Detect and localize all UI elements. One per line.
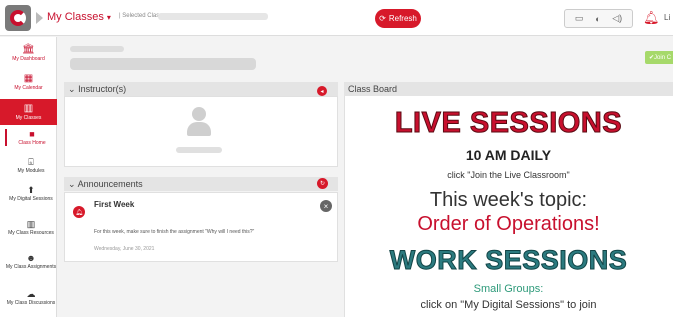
avatar-head-icon bbox=[192, 107, 206, 121]
announcements-panel-header[interactable]: ⌄ Announcements bbox=[64, 177, 338, 191]
dashboard-icon: 🏛 bbox=[22, 44, 35, 55]
avatar-body-icon bbox=[187, 122, 211, 136]
sidebar-item-label: Class Home bbox=[18, 140, 46, 146]
weekly-topic-value: Order of Operations! bbox=[417, 213, 600, 235]
refresh-icon: ⟳ bbox=[379, 14, 386, 23]
join-live-instruction: click "Join the Live Classroom" bbox=[447, 170, 570, 180]
sidebar-item-calendar[interactable]: ▦ My Calendar bbox=[0, 73, 57, 91]
instructor-avatar bbox=[187, 107, 211, 137]
top-bar: My Classes ▾ | Selected Class: ⟳ Refresh… bbox=[0, 0, 673, 36]
sidebar-item-dashboard[interactable]: 🏛 My Dashboard bbox=[0, 44, 57, 62]
chevron-down-icon: ⌄ bbox=[68, 179, 76, 189]
sidebar-item-my-modules[interactable]: ⌺ My Modules bbox=[5, 157, 57, 174]
refresh-icon: ↻ bbox=[319, 181, 326, 187]
sidebar-item-class-discussions[interactable]: ☁ My Class Discussions bbox=[5, 289, 57, 306]
my-classes-label: My Classes bbox=[47, 11, 104, 23]
digital-sessions-instruction: click on "My Digital Sessions" to join bbox=[420, 299, 597, 311]
sidebar-item-label: My Class Discussions bbox=[6, 300, 56, 306]
announcements-title: Announcements bbox=[77, 179, 143, 189]
sidebar-item-label: My Digital Sessions bbox=[9, 196, 53, 202]
announcement-title[interactable]: First Week bbox=[94, 200, 134, 209]
sidebar-item-digital-sessions[interactable]: ⬆ My Digital Sessions bbox=[5, 185, 57, 202]
instructor-collapse-button[interactable]: ◂ bbox=[317, 86, 327, 96]
accessibility-toolbar: ▭ ◐ ◁) bbox=[564, 9, 633, 28]
modules-icon: ⌺ bbox=[28, 157, 34, 167]
instructor-name-redacted bbox=[176, 147, 222, 153]
contrast-icon[interactable]: ◐ bbox=[595, 14, 600, 24]
sidebar-item-class-home[interactable]: ■ Class Home bbox=[5, 129, 57, 146]
announcement-close-button[interactable]: × bbox=[320, 200, 332, 212]
notification-bell-icon[interactable]: 🔔︎ bbox=[643, 10, 660, 26]
announcement-bell-icon: 🔔︎ bbox=[73, 206, 85, 218]
user-menu[interactable]: Li bbox=[664, 13, 670, 22]
sidebar-item-label: My Calendar bbox=[14, 85, 43, 91]
announcements-refresh-button[interactable]: ↻ bbox=[317, 178, 328, 189]
calendar-icon: ▦ bbox=[23, 73, 34, 84]
join-classroom-button[interactable]: ✔Join C bbox=[645, 51, 673, 64]
announcement-text: For this week, make sure to finish the a… bbox=[94, 229, 255, 235]
sidebar-item-label: My Modules bbox=[17, 168, 45, 174]
chevron-down-icon: ⌄ bbox=[68, 84, 76, 94]
close-icon: × bbox=[323, 201, 329, 211]
sidebar-item-label: My Class Resources bbox=[8, 230, 54, 236]
assignments-icon: ☻ bbox=[26, 253, 36, 263]
instructors-title: Instructor(s) bbox=[78, 84, 127, 94]
audio-icon[interactable]: ◁) bbox=[612, 13, 622, 24]
sidebar-item-class-assignments[interactable]: ☻ My Class Assignments bbox=[5, 253, 57, 270]
sidebar-item-my-classes[interactable]: ▥ My Classes bbox=[0, 99, 57, 125]
breadcrumb-arrow-icon bbox=[36, 12, 43, 24]
small-groups-label: Small Groups: bbox=[473, 283, 544, 295]
class-title-redacted bbox=[70, 58, 256, 70]
resources-icon: ▥ bbox=[26, 219, 36, 229]
sidebar: 🏛 My Dashboard ▦ My Calendar ▥ My Classe… bbox=[0, 37, 57, 317]
my-classes-dropdown[interactable]: My Classes ▾ bbox=[47, 11, 111, 23]
chevron-down-icon: ▾ bbox=[106, 13, 111, 22]
refresh-button[interactable]: ⟳ Refresh bbox=[375, 9, 421, 28]
sidebar-item-label: My Class Assignments bbox=[5, 264, 57, 270]
keyboard-icon[interactable]: ▭ bbox=[575, 13, 584, 24]
selected-class-name-redacted bbox=[158, 13, 268, 20]
live-sessions-heading: LIVE SESSIONS bbox=[394, 107, 623, 140]
refresh-label: Refresh bbox=[388, 14, 417, 23]
chevron-left-icon: ◂ bbox=[320, 88, 324, 95]
class-board-header: Class Board bbox=[344, 82, 673, 96]
app-logo[interactable] bbox=[5, 5, 31, 31]
class-home-icon: ■ bbox=[29, 129, 35, 139]
sidebar-item-class-resources[interactable]: ▥ My Class Resources bbox=[5, 219, 57, 236]
logo-mark-icon bbox=[10, 10, 26, 26]
instructors-panel-header[interactable]: ⌄ Instructor(s) bbox=[64, 82, 338, 96]
class-subtitle-redacted bbox=[70, 46, 124, 52]
discussions-icon: ☁ bbox=[26, 289, 36, 299]
announcement-date: Wednesday, June 30, 2021 bbox=[94, 246, 155, 252]
daily-time-text: 10 AM DAILY bbox=[465, 147, 552, 163]
weekly-topic-label: This week's topic: bbox=[429, 189, 588, 211]
sidebar-item-label: My Dashboard bbox=[12, 56, 45, 62]
classes-icon: ▥ bbox=[23, 103, 34, 114]
digital-sessions-icon: ⬆ bbox=[27, 185, 35, 195]
work-sessions-heading: WORK SESSIONS bbox=[389, 245, 628, 276]
sidebar-item-label: My Classes bbox=[15, 115, 42, 121]
